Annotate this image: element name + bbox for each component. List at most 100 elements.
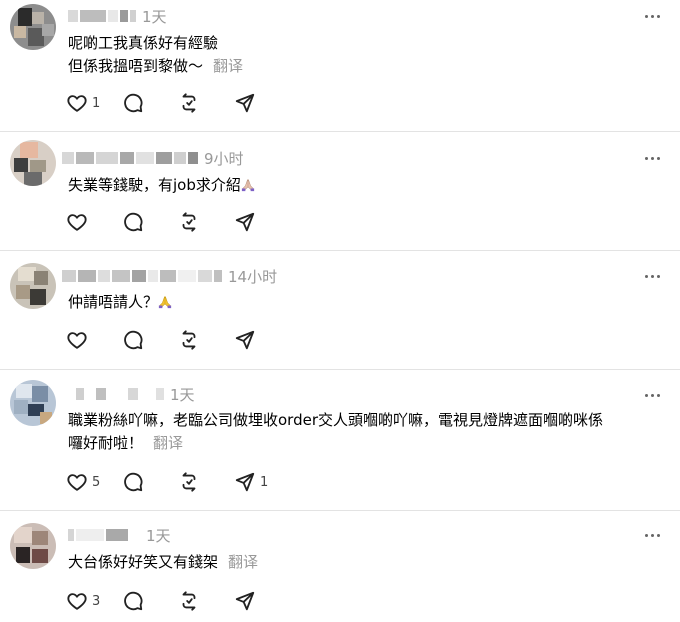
post-text: 職業粉絲吖嘛，老臨公司做埋收order交人頭嗰啲吖嘛，電視見燈牌遮面嗰啲咪係 囉… [68,409,603,455]
repost-icon [182,591,196,611]
like-button[interactable] [66,210,122,234]
post-time[interactable]: 1天 [142,6,167,27]
action-bar: 3 [66,589,290,613]
post: 1天 職業粉絲吖嘛，老臨公司做埋收order交人頭嗰啲吖嘛，電視見燈牌遮面嗰啲咪… [0,370,680,510]
share-icon [235,330,255,350]
post-time[interactable]: 1天 [170,384,195,405]
more-icon[interactable] [642,150,662,166]
post-line: 但係我搵唔到黎做～ [68,57,204,75]
comment-button[interactable] [122,210,178,234]
repost-icon [182,330,196,350]
username-blurred[interactable] [68,9,136,23]
repost-icon [182,472,196,492]
like-count: 5 [92,474,101,490]
post-line: 職業粉絲吖嘛，老臨公司做埋收order交人頭嗰啲吖嘛，電視見燈牌遮面嗰啲咪係 [68,411,604,429]
post-header: 1天 [76,384,195,404]
username-blurred[interactable] [68,528,128,542]
post-time[interactable]: 9小时 [204,148,244,169]
share-icon [235,212,255,232]
repost-button[interactable] [178,91,234,115]
avatar[interactable] [10,523,56,569]
comment-button[interactable] [122,91,178,115]
post-text: 大台係好好笑又有錢架 翻译 [68,551,258,574]
post-header: 1天 [68,6,167,26]
translate-link[interactable]: 翻译 [228,553,258,571]
translate-link[interactable]: 翻译 [153,434,183,452]
comment-button[interactable] [122,328,178,352]
post: 1天 大台係好好笑又有錢架 翻译 3 [0,511,680,622]
heart-icon [67,474,87,491]
comment-icon [124,93,143,113]
avatar[interactable] [10,263,56,309]
like-button[interactable]: 5 [66,470,122,494]
post: 14小时 仲請唔請人？ [0,251,680,369]
share-button[interactable]: 1 [234,470,290,494]
post-header: 9小时 [62,148,244,168]
share-button[interactable] [234,91,290,115]
translate-link[interactable]: 翻译 [213,57,243,75]
action-bar [66,328,290,352]
post-line: 大台係好好笑又有錢架 [68,553,219,571]
post-time[interactable]: 1天 [146,525,171,546]
comment-icon [124,330,143,350]
post-line-with-emoji: 仲請唔請人？ [68,291,172,314]
comment-icon [124,591,143,611]
praying-hands-icon [158,296,172,309]
post: 9小时 失業等錢駛，有job求介紹 [0,132,680,250]
share-button[interactable] [234,589,290,613]
praying-hands-icon [241,179,254,192]
username-blurred[interactable] [62,269,222,283]
comment-button[interactable] [122,589,178,613]
repost-button[interactable] [178,328,234,352]
like-count: 3 [92,593,101,609]
share-icon [235,93,255,113]
post-text: 仲請唔請人？ [68,291,172,314]
username-blurred[interactable] [62,151,198,165]
post-line-with-translate: 囉好耐啦！ 翻译 [68,432,603,455]
share-icon [235,591,255,611]
heart-icon [67,214,87,231]
post-header: 14小时 [62,266,277,286]
heart-icon [67,95,87,112]
post-line: 失業等錢駛，有job求介紹 [68,176,241,194]
more-icon[interactable] [642,8,662,24]
share-button[interactable] [234,210,290,234]
heart-icon [67,593,87,610]
repost-button[interactable] [178,470,234,494]
avatar[interactable] [10,380,56,426]
comment-icon [124,212,143,232]
like-button[interactable]: 3 [66,589,122,613]
share-button[interactable] [234,328,290,352]
repost-icon [182,93,196,113]
username-blurred[interactable] [76,387,164,401]
post-line-with-emoji: 失業等錢駛，有job求介紹 [68,174,255,197]
share-icon [235,472,255,492]
like-button[interactable]: 1 [66,91,122,115]
more-icon[interactable] [642,268,662,284]
post: 1天 呢啲工我真係好有經驗 但係我搵唔到黎做～ 翻译 1 [0,0,680,131]
like-count: 1 [92,95,101,111]
action-bar: 5 1 [66,470,290,494]
avatar[interactable] [10,4,56,50]
repost-button[interactable] [178,589,234,613]
like-button[interactable] [66,328,122,352]
post-line: 呢啲工我真係好有經驗 [68,34,219,52]
share-count: 1 [260,474,269,490]
action-bar: 1 [66,91,290,115]
post-line: 仲請唔請人？ [68,293,159,311]
post-header: 1天 [68,525,171,545]
avatar[interactable] [10,140,56,186]
post-text: 失業等錢駛，有job求介紹 [68,174,255,197]
post-line-with-translate: 但係我搵唔到黎做～ 翻译 [68,55,243,78]
post-time[interactable]: 14小时 [228,266,277,287]
more-icon[interactable] [642,387,662,403]
post-text: 呢啲工我真係好有經驗 但係我搵唔到黎做～ 翻译 [68,32,243,78]
repost-button[interactable] [178,210,234,234]
action-bar [66,210,290,234]
comment-icon [124,472,143,492]
more-icon[interactable] [642,527,662,543]
post-line-with-translate: 大台係好好笑又有錢架 翻译 [68,551,258,574]
repost-icon [182,212,196,232]
comment-button[interactable] [122,470,178,494]
post-line: 囉好耐啦！ [68,434,144,452]
